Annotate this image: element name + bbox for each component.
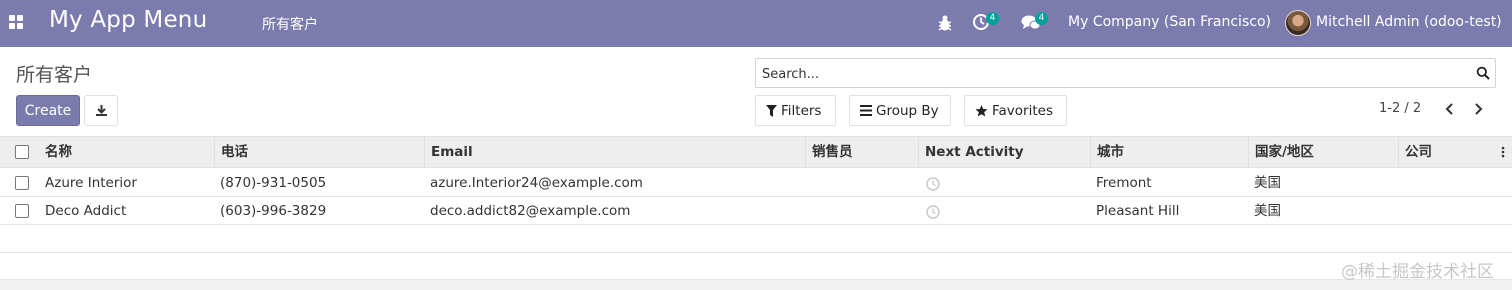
select-all-checkbox[interactable] <box>15 145 29 159</box>
cell-company <box>1404 169 1494 197</box>
menu-section-customers[interactable]: 所有客户 <box>262 14 318 34</box>
cell-city: Pleasant Hill <box>1096 203 1180 219</box>
download-button[interactable] <box>84 95 118 126</box>
search-bar <box>755 58 1496 88</box>
cell-salesperson <box>811 197 911 225</box>
avatar[interactable] <box>1285 10 1311 36</box>
row-checkbox[interactable] <box>15 204 29 218</box>
cell-country: 美国 <box>1254 203 1281 219</box>
column-header-city[interactable]: 城市 <box>1091 137 1249 168</box>
app-brand[interactable]: My App Menu <box>49 7 207 33</box>
empty-row <box>0 226 1512 253</box>
favorites-label: Favorites <box>992 102 1053 119</box>
bug-icon[interactable] <box>937 14 953 32</box>
grid-icon[interactable] <box>9 15 23 29</box>
cell-name: Azure Interior <box>45 175 137 191</box>
customers-table: 名称 电话 Email 销售员 Next Activity 城市 国家/地区 公… <box>0 136 1512 280</box>
column-header-name[interactable]: 名称 <box>39 137 215 168</box>
star-icon <box>975 104 988 116</box>
column-header-email[interactable]: Email <box>425 137 806 168</box>
cell-phone: (870)-931-0505 <box>220 175 327 191</box>
empty-row <box>0 253 1512 280</box>
page-title: 所有客户 <box>16 64 93 86</box>
table-header: 名称 电话 Email 销售员 Next Activity 城市 国家/地区 公… <box>0 137 1512 168</box>
chevron-right-icon[interactable] <box>1470 100 1486 118</box>
messages-count-badge: 4 <box>1035 12 1048 25</box>
user-menu[interactable]: Mitchell Admin (odoo-test) <box>1316 14 1502 30</box>
cell-email: deco.addict82@example.com <box>430 203 631 219</box>
create-button[interactable]: Create <box>16 95 80 126</box>
chevron-left-icon[interactable] <box>1442 100 1458 118</box>
table-row[interactable]: Azure Interior (870)-931-0505 azure.Inte… <box>0 169 1512 197</box>
cell-company <box>1404 197 1494 225</box>
download-icon <box>95 105 107 116</box>
cell-phone: (603)-996-3829 <box>220 203 327 219</box>
search-input[interactable] <box>762 65 1452 83</box>
cell-country: 美国 <box>1254 175 1281 191</box>
cell-name: Deco Addict <box>45 203 127 219</box>
activity-clock-icon[interactable] <box>926 177 940 191</box>
search-icon[interactable] <box>1476 66 1490 80</box>
column-header-company[interactable]: 公司 <box>1399 137 1494 168</box>
company-switcher[interactable]: My Company (San Francisco) <box>1068 14 1271 30</box>
column-header-next-activity[interactable]: Next Activity <box>919 137 1091 168</box>
cell-email: azure.Interior24@example.com <box>430 175 643 191</box>
group-by-label: Group By <box>876 102 939 119</box>
column-header-salesperson[interactable]: 销售员 <box>806 137 919 168</box>
filters-button[interactable]: Filters <box>755 95 836 126</box>
table-row[interactable]: Deco Addict (603)-996-3829 deco.addict82… <box>0 197 1512 225</box>
row-checkbox[interactable] <box>15 176 29 190</box>
activity-count-badge: 4 <box>986 12 999 25</box>
cell-city: Fremont <box>1096 175 1152 191</box>
top-navbar: My App Menu 所有客户 4 4 My Company (San Fra… <box>0 0 1512 47</box>
watermark: @稀土掘金技术社区 <box>1341 262 1494 282</box>
cell-salesperson <box>811 169 911 197</box>
group-by-button[interactable]: Group By <box>849 95 951 126</box>
table-footer <box>0 280 1512 290</box>
column-header-country[interactable]: 国家/地区 <box>1249 137 1399 168</box>
filters-label: Filters <box>781 102 822 119</box>
column-header-phone[interactable]: 电话 <box>215 137 425 168</box>
list-icon <box>860 105 872 116</box>
optional-columns-icon[interactable] <box>1498 145 1508 159</box>
activity-clock-icon[interactable] <box>926 205 940 219</box>
favorites-button[interactable]: Favorites <box>964 95 1067 126</box>
filter-icon <box>766 104 777 117</box>
pager-value[interactable]: 1-2 / 2 <box>1379 101 1421 116</box>
